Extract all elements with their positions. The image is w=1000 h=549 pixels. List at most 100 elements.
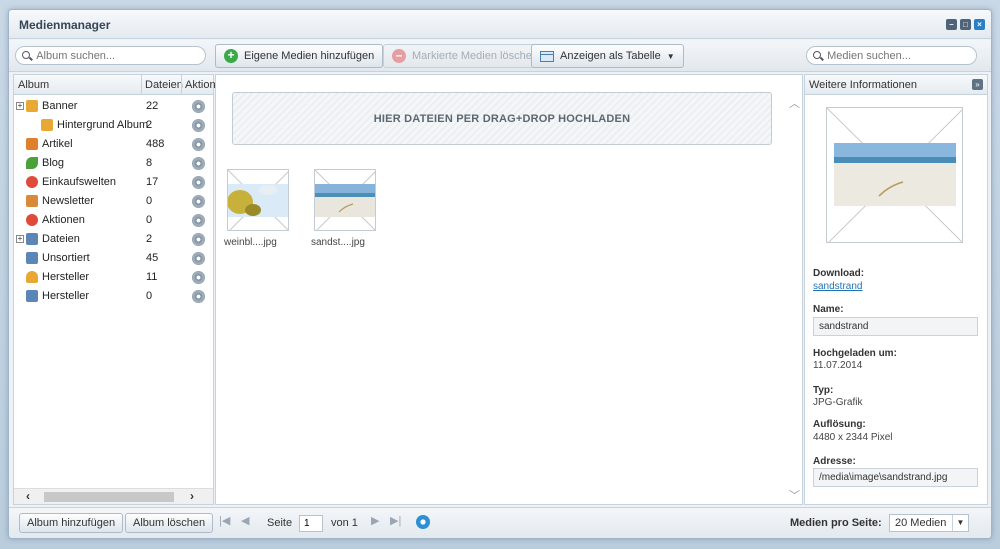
media-panel: HIER DATEIEN PER DRAG+DROP HOCHLADEN wei… — [215, 74, 803, 505]
gear-icon[interactable] — [192, 233, 205, 246]
scroll-left-icon[interactable]: ‹ — [26, 489, 30, 503]
preview-image — [827, 108, 962, 242]
album-name: Blog — [42, 157, 65, 169]
window-controls: – □ × — [946, 19, 985, 30]
per-page-select[interactable]: 20 Medien ▼ — [889, 514, 969, 532]
add-icon: + — [224, 49, 238, 63]
title-bar[interactable]: Medienmanager – □ × — [9, 10, 991, 39]
media-search[interactable] — [806, 46, 977, 65]
search-icon — [813, 50, 822, 61]
add-media-button[interactable]: + Eigene Medien hinzufügen — [215, 44, 384, 68]
file-icon — [26, 290, 38, 302]
album-count: 0 — [146, 290, 153, 302]
view-as-table-button[interactable]: Anzeigen als Tabelle ▼ — [531, 44, 684, 68]
album-count: 0 — [146, 214, 153, 226]
per-page-value: 20 Medien — [895, 517, 947, 529]
album-count: 22 — [146, 100, 159, 112]
album-name: Aktionen — [42, 214, 85, 226]
media-thumbnail-sandstrand[interactable] — [314, 169, 376, 231]
media-label: weinbl....jpg — [224, 237, 277, 248]
album-row-hersteller[interactable]: Hersteller 11 — [14, 268, 213, 287]
gear-icon[interactable] — [192, 290, 205, 303]
chevron-down-icon: ▼ — [666, 51, 675, 61]
album-search[interactable] — [15, 46, 206, 65]
album-row-hersteller-2[interactable]: Hersteller 0 — [14, 287, 213, 306]
media-thumbnail-weinblatt[interactable] — [227, 169, 289, 231]
uploaded-label: Hochgeladen um: — [813, 348, 897, 359]
album-row-blog[interactable]: Blog 8 — [14, 154, 213, 173]
expand-icon[interactable]: + — [16, 102, 24, 110]
scrollbar-thumb[interactable] — [44, 492, 174, 502]
delete-album-button[interactable]: Album löschen — [125, 513, 214, 533]
gear-icon[interactable] — [192, 195, 205, 208]
scroll-right-icon[interactable]: › — [190, 489, 194, 503]
album-row-dateien[interactable]: + Dateien 2 — [14, 230, 213, 249]
add-media-label: Eigene Medien hinzufügen — [244, 50, 375, 62]
album-row-unsortiert[interactable]: Unsortiert 45 — [14, 249, 213, 268]
download-link[interactable]: sandstrand — [813, 281, 862, 292]
album-row-newsletter[interactable]: Newsletter 0 — [14, 192, 213, 211]
column-header-album[interactable]: Album — [18, 79, 49, 91]
address-field[interactable] — [813, 468, 978, 487]
media-preview — [826, 107, 963, 243]
gear-icon[interactable] — [192, 214, 205, 227]
page-label: Seite — [267, 517, 293, 529]
album-grid-header: Album Dateien Aktion — [14, 75, 216, 95]
gear-icon[interactable] — [192, 119, 205, 132]
maximize-icon[interactable]: □ — [960, 19, 971, 30]
newsletter-icon — [26, 195, 38, 207]
expand-icon[interactable]: + — [16, 235, 24, 243]
page-number-input[interactable] — [299, 515, 323, 532]
album-name: Newsletter — [42, 195, 94, 207]
info-panel: Weitere Informationen » Download: sandst… — [804, 74, 988, 505]
minimize-icon[interactable]: – — [946, 19, 957, 30]
album-row-banner[interactable]: + Banner 22 — [14, 97, 213, 116]
refresh-icon[interactable] — [416, 515, 430, 529]
chevron-down-icon[interactable]: ▼ — [952, 515, 968, 531]
first-page-icon[interactable]: |◀ — [219, 514, 230, 527]
gear-icon[interactable] — [192, 157, 205, 170]
info-panel-title: Weitere Informationen — [809, 79, 918, 91]
gear-icon[interactable] — [192, 138, 205, 151]
type-label: Typ: — [813, 385, 834, 396]
album-name: Banner — [42, 100, 78, 112]
gear-icon[interactable] — [192, 271, 205, 284]
previous-page-icon[interactable]: ◀ — [241, 514, 249, 527]
album-count: 11 — [146, 271, 158, 283]
column-header-files[interactable]: Dateien — [145, 79, 183, 91]
album-count: 2 — [146, 233, 153, 245]
album-search-input[interactable] — [36, 49, 205, 62]
bottom-bar: Album hinzufügen Album löschen |◀ ◀ Seit… — [9, 507, 991, 538]
view-as-table-label: Anzeigen als Tabelle — [560, 50, 661, 62]
folder-icon — [41, 119, 53, 131]
name-field[interactable] — [813, 317, 978, 336]
add-album-button[interactable]: Album hinzufügen — [19, 513, 124, 533]
delete-marked-button[interactable]: – Markierte Medien löschen — [383, 44, 547, 68]
window-title: Medienmanager — [19, 18, 111, 32]
album-name: Hersteller — [42, 290, 90, 302]
album-count: 45 — [146, 252, 159, 264]
info-panel-header: Weitere Informationen » — [805, 75, 987, 95]
gear-icon[interactable] — [192, 176, 205, 189]
gear-icon[interactable] — [192, 100, 205, 113]
last-page-icon[interactable]: ▶| — [390, 514, 401, 527]
album-row-hintergrund[interactable]: Hintergrund Album 2 — [14, 116, 213, 135]
album-row-einkaufswelten[interactable]: Einkaufswelten 17 — [14, 173, 213, 192]
media-search-input[interactable] — [827, 49, 976, 62]
next-page-icon[interactable]: ▶ — [371, 514, 379, 527]
album-name: Hersteller — [42, 271, 90, 283]
horizontal-scrollbar[interactable]: ‹ › — [14, 488, 213, 504]
page-total: von 1 — [331, 517, 358, 529]
column-header-actions[interactable]: Aktion — [185, 79, 216, 91]
album-row-artikel[interactable]: Artikel 488 — [14, 135, 213, 154]
scroll-down-icon[interactable]: ﹀ — [789, 487, 800, 503]
scroll-up-icon[interactable]: ︿ — [789, 95, 800, 111]
target-icon — [26, 214, 38, 226]
upload-dropzone[interactable]: HIER DATEIEN PER DRAG+DROP HOCHLADEN — [232, 92, 772, 145]
file-icon — [26, 233, 38, 245]
gear-icon[interactable] — [192, 252, 205, 265]
album-row-aktionen[interactable]: Aktionen 0 — [14, 211, 213, 230]
close-icon[interactable]: × — [974, 19, 985, 30]
uploaded-value: 11.07.2014 — [813, 360, 863, 371]
collapse-icon[interactable]: » — [972, 79, 983, 90]
